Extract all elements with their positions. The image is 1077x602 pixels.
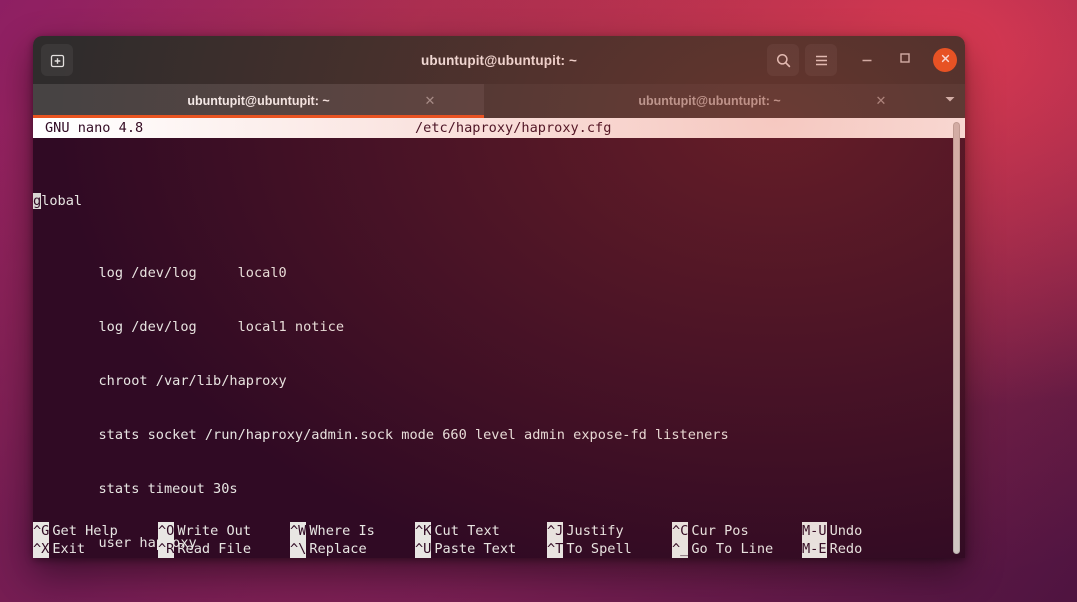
- nano-shortcut-bar: ^G Get Help ^O Write Out ^W Where Is ^K Cut …: [33, 522, 965, 558]
- shortcut-undo[interactable]: M-U Undo: [802, 522, 862, 540]
- shortcut-label: Cur Pos: [691, 523, 749, 539]
- line-text: chroot /var/lib/haproxy: [33, 373, 287, 389]
- line-text: log /dev/log local1 notice: [33, 319, 344, 335]
- close-icon[interactable]: ✕: [873, 93, 889, 109]
- shortcut-label: Justify: [566, 523, 624, 539]
- line-text: lobal: [41, 193, 83, 209]
- close-icon: [940, 51, 951, 69]
- chevron-down-icon: [943, 92, 957, 111]
- window-titlebar: ubuntupit@ubuntupit: ~: [33, 36, 965, 84]
- shortcut-cut-text[interactable]: ^K Cut Text: [415, 522, 547, 540]
- line-text: log /dev/log local0: [33, 265, 287, 281]
- shortcut-key: ^G: [33, 522, 50, 540]
- shortcut-row-2: ^X Exit ^R Read File ^\ Replace ^U Paste Tex…: [33, 540, 965, 558]
- text-cursor: g: [33, 193, 42, 209]
- nano-filename: /etc/haproxy/haproxy.cfg: [415, 120, 612, 136]
- shortcut-get-help[interactable]: ^G Get Help: [33, 522, 158, 540]
- shortcut-key: ^T: [547, 540, 564, 558]
- maximize-button[interactable]: [891, 46, 919, 74]
- close-button[interactable]: [933, 48, 957, 72]
- search-button[interactable]: [767, 44, 799, 76]
- titlebar-left-controls: [41, 44, 79, 76]
- shortcut-label: Redo: [829, 541, 863, 557]
- shortcut-go-to-line[interactable]: ^_ Go To Line: [672, 540, 802, 558]
- shortcut-label: Get Help: [52, 523, 118, 539]
- new-tab-button[interactable]: [41, 44, 73, 76]
- editor-line: chroot /var/lib/haproxy: [33, 372, 965, 390]
- shortcut-key: ^W: [290, 522, 307, 540]
- shortcut-replace[interactable]: ^\ Replace: [290, 540, 415, 558]
- shortcut-where-is[interactable]: ^W Where Is: [290, 522, 415, 540]
- editor-line: global: [33, 192, 965, 210]
- shortcut-key: ^U: [415, 540, 432, 558]
- editor-line: stats socket /run/haproxy/admin.sock mod…: [33, 426, 965, 444]
- tab-terminal-1[interactable]: ubuntupit@ubuntupit: ~ ✕: [33, 84, 484, 118]
- desktop-wallpaper: ubuntupit@ubuntupit: ~ ubuntupit@ubuntup…: [0, 0, 1077, 602]
- nano-editor-area[interactable]: global log /dev/log local0 log /dev/log …: [33, 138, 965, 558]
- shortcut-key: ^O: [158, 522, 175, 540]
- shortcut-label: Read File: [177, 541, 252, 557]
- shortcut-justify[interactable]: ^J Justify: [547, 522, 672, 540]
- tab-label: ubuntupit@ubuntupit: ~: [187, 94, 330, 108]
- shortcut-paste-text[interactable]: ^U Paste Text: [415, 540, 547, 558]
- shortcut-row-1: ^G Get Help ^O Write Out ^W Where Is ^K Cut …: [33, 522, 965, 540]
- shortcut-label: Undo: [829, 523, 863, 539]
- shortcut-label: Write Out: [177, 523, 252, 539]
- new-tab-icon: [49, 52, 66, 69]
- nano-version: GNU nano 4.8: [45, 120, 144, 136]
- tab-list-dropdown-button[interactable]: [935, 84, 965, 118]
- editor-line: stats timeout 30s: [33, 480, 965, 498]
- shortcut-cur-pos[interactable]: ^C Cur Pos: [672, 522, 802, 540]
- minimize-icon: [860, 51, 874, 70]
- shortcut-to-spell[interactable]: ^T To Spell: [547, 540, 672, 558]
- shortcut-label: Paste Text: [434, 541, 517, 557]
- maximize-icon: [898, 51, 912, 70]
- editor-line: log /dev/log local0: [33, 264, 965, 282]
- terminal-scrollbar[interactable]: [951, 120, 962, 556]
- shortcut-key: M-U: [802, 522, 827, 540]
- line-text: stats socket /run/haproxy/admin.sock mod…: [33, 427, 729, 443]
- shortcut-label: Go To Line: [691, 541, 774, 557]
- shortcut-redo[interactable]: M-E Redo: [802, 540, 862, 558]
- shortcut-exit[interactable]: ^X Exit: [33, 540, 158, 558]
- shortcut-label: Cut Text: [434, 523, 500, 539]
- shortcut-label: Exit: [52, 541, 86, 557]
- shortcut-key: M-E: [802, 540, 827, 558]
- nano-header-bar: GNU nano 4.8 /etc/haproxy/haproxy.cfg: [33, 118, 965, 138]
- shortcut-read-file[interactable]: ^R Read File: [158, 540, 290, 558]
- minimize-button[interactable]: [853, 46, 881, 74]
- shortcut-key: ^C: [672, 522, 689, 540]
- terminal-window: ubuntupit@ubuntupit: ~ ubuntupit@ubuntup…: [33, 36, 965, 558]
- shortcut-key: ^J: [547, 522, 564, 540]
- editor-line: log /dev/log local1 notice: [33, 318, 965, 336]
- scrollbar-thumb[interactable]: [953, 122, 960, 554]
- shortcut-key: ^X: [33, 540, 50, 558]
- terminal-content[interactable]: GNU nano 4.8 /etc/haproxy/haproxy.cfg gl…: [33, 118, 965, 558]
- tab-label: ubuntupit@ubuntupit: ~: [638, 94, 781, 108]
- line-text: stats timeout 30s: [33, 481, 238, 497]
- shortcut-key: ^\: [290, 540, 307, 558]
- shortcut-key: ^_: [672, 540, 689, 558]
- titlebar-right-controls: [767, 44, 957, 76]
- shortcut-write-out[interactable]: ^O Write Out: [158, 522, 290, 540]
- menu-button[interactable]: [805, 44, 837, 76]
- close-icon[interactable]: ✕: [422, 93, 438, 109]
- shortcut-key: ^R: [158, 540, 175, 558]
- tab-bar: ubuntupit@ubuntupit: ~ ✕ ubuntupit@ubunt…: [33, 84, 965, 118]
- search-icon: [775, 52, 792, 69]
- shortcut-label: Replace: [309, 541, 367, 557]
- hamburger-menu-icon: [813, 52, 830, 69]
- tab-terminal-2[interactable]: ubuntupit@ubuntupit: ~ ✕: [484, 84, 935, 118]
- shortcut-key: ^K: [415, 522, 432, 540]
- shortcut-label: To Spell: [566, 541, 632, 557]
- shortcut-label: Where Is: [309, 523, 375, 539]
